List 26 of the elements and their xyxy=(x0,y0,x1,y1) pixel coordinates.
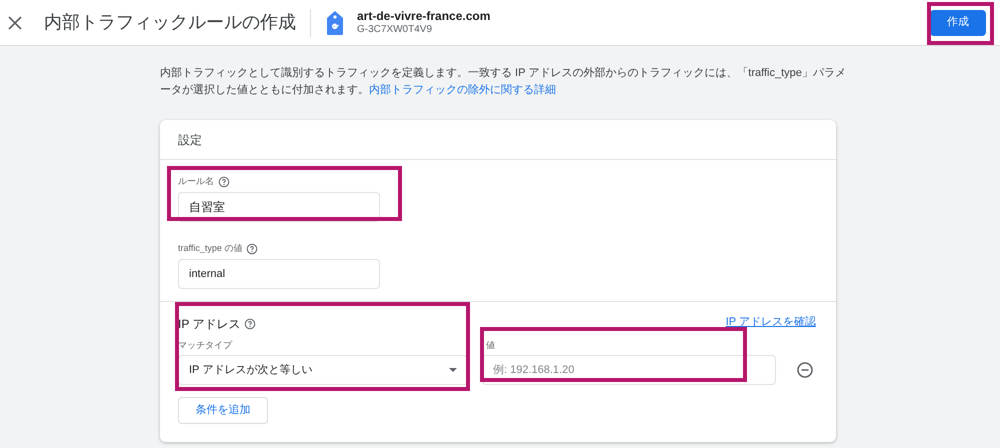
tag-icon xyxy=(325,10,345,36)
create-button[interactable]: 作成 xyxy=(930,10,986,36)
property-id: G-3C7XW0T4V9 xyxy=(357,24,434,36)
page-title: 内部トラフィックルールの作成 xyxy=(44,11,296,34)
property-name: art-de-vivre-france.com xyxy=(357,8,490,24)
help-icon[interactable] xyxy=(218,176,230,188)
highlight-frame xyxy=(927,2,994,45)
add-condition-button[interactable]: 条件を追加 xyxy=(178,397,268,424)
caret-icon xyxy=(449,368,457,372)
help-icon[interactable] xyxy=(246,243,258,255)
field-label: ルール名 xyxy=(178,175,214,188)
card-title: 設定 xyxy=(178,132,202,148)
rule-name-field[interactable]: 自習室 xyxy=(178,192,380,222)
field-label: traffic_type の値 xyxy=(178,242,242,256)
field-label: マッチタイプ xyxy=(178,339,234,352)
match-type-dropdown[interactable]: IP アドレスが次と等しい xyxy=(178,355,468,385)
field-label: 値 xyxy=(485,339,496,352)
close-icon[interactable] xyxy=(8,16,22,30)
learn-more-link[interactable]: 内部トラフィックの除外に関する詳細 xyxy=(369,84,556,96)
ip-value-field[interactable]: 例: 192.168.1.20 xyxy=(482,355,776,385)
help-icon[interactable] xyxy=(244,318,256,330)
section-title: IP アドレス xyxy=(178,316,240,333)
check-ip-link[interactable]: IP アドレスを確認 xyxy=(726,316,816,329)
traffic-type-field[interactable]: internal xyxy=(178,259,380,289)
description-text: 内部トラフィックとして識別するトラフィックを定義します。一致する IP アドレスの外部からのトラフィックには、「traffic_type」パラメータが選択した値とともに付加されます。内部トラフィックの除外に関する詳細 xyxy=(160,66,847,98)
remove-icon[interactable] xyxy=(797,362,813,378)
